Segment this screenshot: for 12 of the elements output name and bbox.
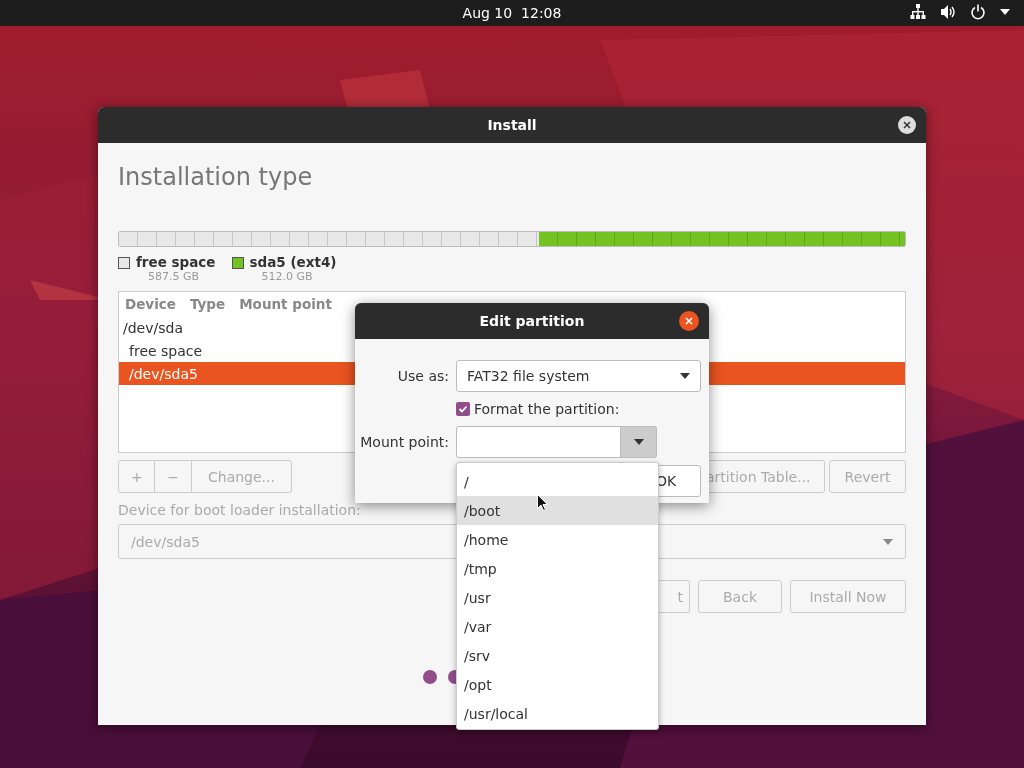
legend-size: 587.5 GB [148, 270, 201, 283]
dialog-title: Edit partition [479, 313, 585, 329]
legend-size: 512.0 GB [261, 270, 314, 283]
use-as-label: Use as: [396, 368, 449, 384]
table-cell: /dev/sda5 [129, 365, 198, 382]
legend-label: sda5 (ext4) [249, 254, 337, 270]
format-label: Format the partition: [474, 401, 620, 417]
boot-loader-label: Device for boot loader installation: [118, 502, 361, 518]
window-title: Install [487, 117, 537, 133]
page-heading: Installation type [118, 163, 314, 191]
legend-label: free space [136, 254, 216, 270]
mount-point-label: Mount point: [359, 434, 449, 450]
